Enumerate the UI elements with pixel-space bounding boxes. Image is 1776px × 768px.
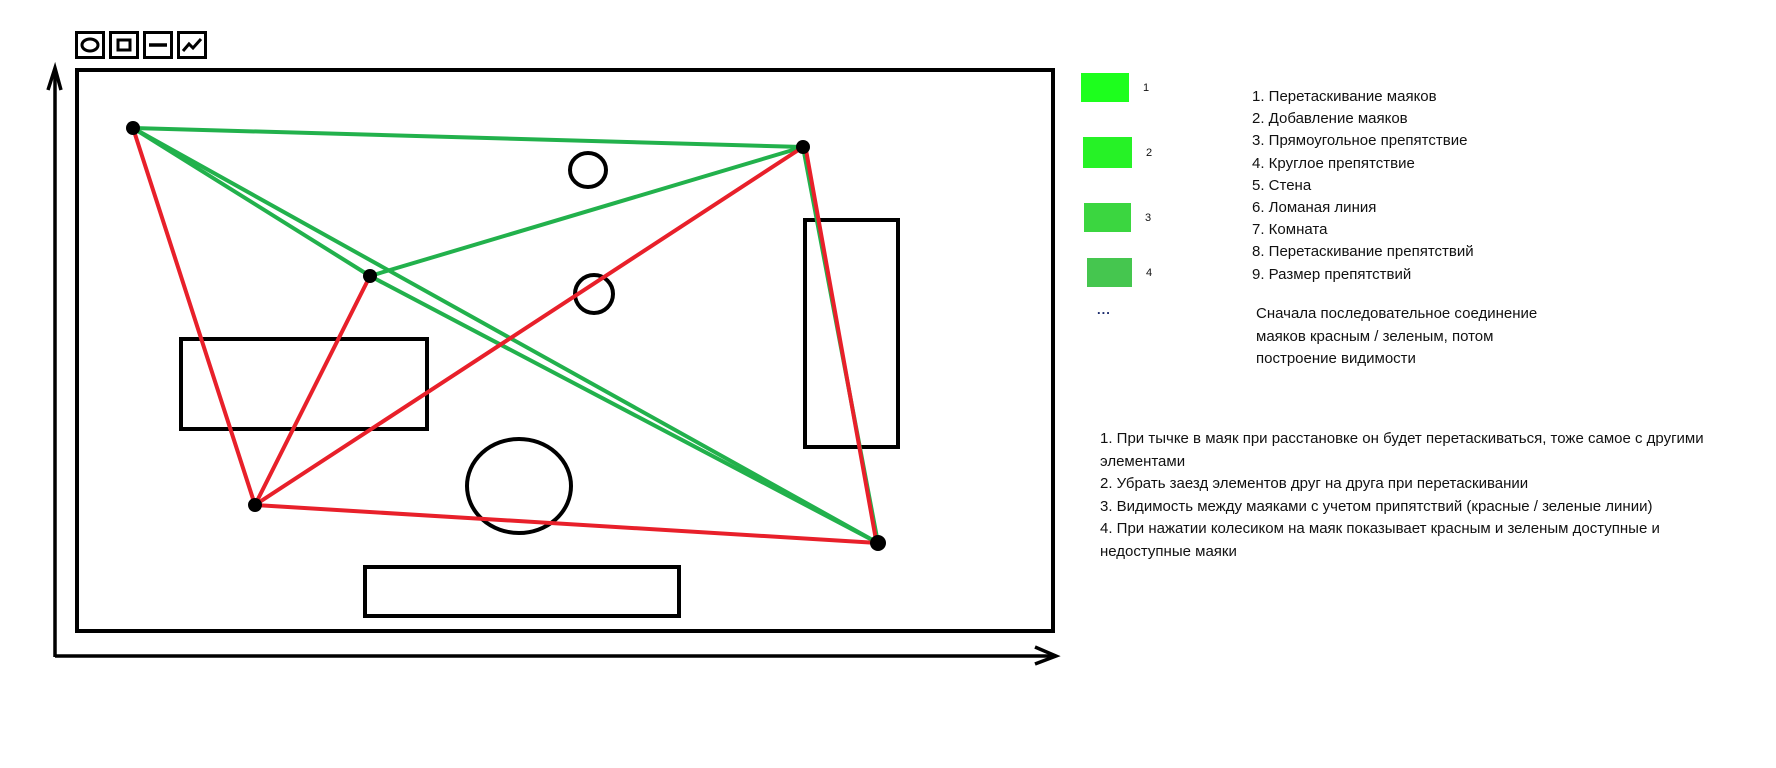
legend-swatch-2: 2 [1083, 137, 1152, 168]
swatch-color [1083, 137, 1132, 168]
round-obstacle[interactable] [568, 151, 608, 189]
swatch-label: 4 [1146, 266, 1153, 279]
circle-tool-icon [80, 37, 100, 53]
red-line [804, 148, 878, 542]
wall-obstacle[interactable] [363, 565, 681, 618]
feature-item: 5. Стена [1252, 176, 1312, 194]
legend-swatch-3: 3 [1084, 203, 1151, 232]
legend-swatch-4: 4 [1087, 258, 1152, 287]
legend-swatch-1: 1 [1081, 73, 1149, 102]
rectangle-tool-icon [116, 38, 132, 52]
room[interactable] [75, 68, 1055, 633]
red-line [253, 503, 880, 545]
red-line [253, 145, 805, 507]
polyline-tool-button[interactable] [177, 31, 207, 59]
swatch-color [1081, 73, 1129, 102]
task-item: 1. При тычке в маяк при расстановке он б… [1100, 430, 1704, 470]
green-line [131, 126, 880, 545]
swatch-label: 2 [1146, 146, 1153, 159]
swatch-label: 1 [1143, 81, 1150, 94]
connection-note: Сначала последовательное соединение маяк… [1256, 305, 1538, 367]
feature-list: 1. Перетаскивание маяков 2. Добавление м… [1252, 86, 1474, 286]
beacon[interactable] [870, 535, 886, 551]
feature-item: 8. Перетаскивание препятствий [1252, 243, 1474, 261]
green-line [368, 145, 805, 278]
legend-ellipsis: ... [1097, 302, 1111, 317]
feature-item: 7. Комната [1252, 221, 1328, 239]
beacon[interactable] [363, 269, 377, 283]
axes [46, 61, 1061, 666]
beacon[interactable] [796, 140, 810, 154]
beacon[interactable] [126, 121, 140, 135]
feature-item: 6. Ломаная линия [1252, 199, 1377, 217]
obstacles [179, 151, 900, 618]
wall-tool-icon [149, 43, 167, 47]
beacon[interactable] [248, 498, 262, 512]
feature-item: 1. Перетаскивание маяков [1252, 88, 1437, 105]
feature-item: 2. Добавление маяков [1252, 110, 1408, 128]
task-item: 2. Убрать заезд элементов друг на друга … [1100, 475, 1529, 492]
swatch-color [1084, 203, 1131, 232]
diagram-canvas[interactable] [0, 0, 1776, 768]
task-item: 4. При нажатии колесиком на маяк показыв… [1100, 520, 1660, 560]
task-item: 3. Видимость между маяками с учетом прип… [1100, 497, 1653, 515]
green-line [131, 126, 805, 149]
circle-tool-button[interactable] [75, 31, 105, 59]
feature-item: 9. Размер препятствий [1252, 265, 1412, 283]
red-line [253, 274, 372, 507]
task-list: 1. При тычке в маяк при расстановке он б… [1100, 428, 1750, 563]
wall-tool-button[interactable] [143, 31, 173, 59]
polyline-tool-icon [181, 38, 203, 52]
feature-item: 4. Круглое препятствие [1252, 154, 1415, 172]
green-lines [131, 126, 880, 545]
feature-item: 3. Прямоугольное препятствие [1252, 132, 1468, 150]
toolbar [75, 31, 207, 59]
swatch-color [1087, 258, 1132, 287]
green-line [131, 126, 372, 278]
swatch-label: 3 [1145, 211, 1152, 224]
green-line [368, 274, 880, 545]
rectangle-tool-button[interactable] [109, 31, 139, 59]
